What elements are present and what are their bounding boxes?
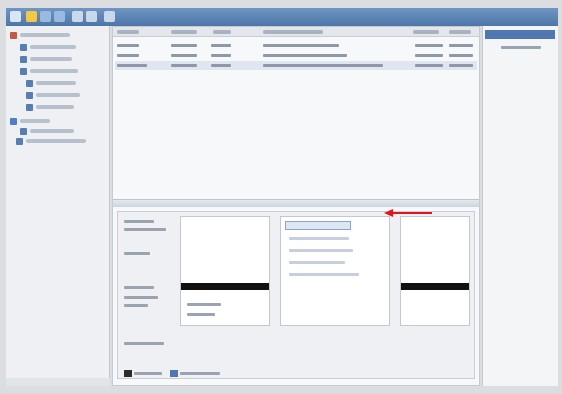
table-cell: [211, 54, 231, 57]
navigation-tree: [6, 26, 110, 386]
column-header[interactable]: [263, 30, 323, 34]
folder-icon: [26, 79, 33, 87]
table-row[interactable]: [115, 61, 477, 70]
toolbar-icon[interactable]: [72, 11, 83, 22]
legend-swatch-icon: [170, 370, 178, 377]
folder-icon: [16, 137, 23, 145]
legend-label: [134, 372, 162, 375]
detail-label: [124, 286, 154, 289]
table-cell: [415, 54, 443, 57]
table-cell: [415, 64, 443, 67]
column-header[interactable]: [171, 30, 197, 34]
folder-icon: [20, 67, 27, 75]
table-cell: [211, 44, 231, 47]
detail-label: [124, 304, 148, 307]
folder-icon: [26, 103, 33, 111]
detail-label: [124, 342, 164, 345]
details-pane: [117, 211, 475, 379]
help-icon[interactable]: [104, 11, 115, 22]
detail-action-item[interactable]: [289, 273, 359, 276]
table-cell: [263, 54, 347, 57]
window-title-bar: [6, 8, 558, 26]
pane-splitter[interactable]: [113, 199, 479, 207]
detail-label: [124, 252, 150, 255]
folder-icon: [26, 91, 33, 99]
detail-action-list[interactable]: [280, 216, 390, 326]
nav-tree-item[interactable]: [20, 54, 75, 64]
legend-label: [180, 372, 220, 375]
forward-icon[interactable]: [54, 11, 65, 22]
app-icon: [10, 11, 21, 22]
nav-footer: [6, 378, 110, 386]
detail-action-item[interactable]: [289, 249, 353, 252]
detail-action-item[interactable]: [289, 237, 349, 240]
table-cell: [211, 64, 231, 67]
column-header[interactable]: [449, 30, 471, 34]
column-header[interactable]: [213, 30, 231, 34]
redaction-bar: [181, 283, 269, 290]
folder-icon: [10, 117, 17, 125]
annotation-arrow-icon: [384, 209, 432, 217]
table-cell: [263, 44, 339, 47]
table-cell: [117, 44, 139, 47]
table-cell: [171, 44, 197, 47]
folder-icon[interactable]: [26, 11, 37, 22]
detail-label: [124, 220, 154, 223]
nav-tree-item[interactable]: [26, 102, 77, 112]
detail-label: [124, 228, 166, 231]
root-icon: [10, 31, 17, 39]
table-cell: [171, 64, 197, 67]
table-cell: [449, 44, 473, 47]
table-cell: [117, 54, 139, 57]
table-cell: [415, 44, 443, 47]
detail-preview-box: [400, 216, 470, 326]
actions-pane: [482, 26, 558, 386]
legend-swatch-icon: [124, 370, 132, 377]
toolbar-icon[interactable]: [86, 11, 97, 22]
list-header: [113, 27, 479, 37]
column-header[interactable]: [413, 30, 439, 34]
table-cell: [263, 64, 383, 67]
table-cell: [449, 54, 473, 57]
nav-tree-item[interactable]: [10, 116, 53, 126]
nav-tree-item[interactable]: [26, 78, 79, 88]
actions-item[interactable]: [501, 46, 541, 49]
folder-icon: [20, 127, 27, 135]
nav-tree-item[interactable]: [20, 42, 79, 52]
table-cell: [117, 64, 147, 67]
table-row[interactable]: [115, 41, 477, 50]
nav-tree-item[interactable]: [20, 66, 81, 76]
column-header[interactable]: [117, 30, 139, 34]
main-pane: [112, 26, 480, 386]
detail-list-box[interactable]: [180, 216, 270, 326]
nav-tree-item[interactable]: [20, 126, 77, 136]
redaction-bar: [401, 283, 469, 290]
table-row[interactable]: [115, 51, 477, 60]
folder-icon: [20, 55, 27, 63]
nav-tree-root[interactable]: [10, 30, 73, 40]
detail-action-item[interactable]: [289, 261, 345, 264]
folder-icon: [20, 43, 27, 51]
nav-tree-item[interactable]: [16, 136, 89, 146]
nav-tree-item[interactable]: [26, 90, 83, 100]
detail-label: [124, 296, 158, 299]
actions-header: [485, 30, 555, 39]
detail-action-item[interactable]: [285, 221, 351, 230]
table-cell: [171, 54, 197, 57]
table-cell: [449, 64, 473, 67]
back-icon[interactable]: [40, 11, 51, 22]
